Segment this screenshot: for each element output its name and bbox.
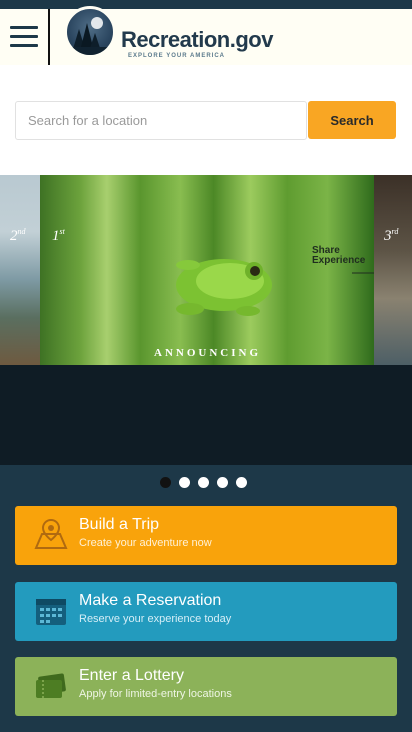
carousel-backdrop [0,365,412,465]
map-pin-icon [34,518,68,549]
search-input[interactable] [15,101,307,140]
share-experience-text: Share Experience [312,245,366,266]
build-a-trip-subtitle: Create your adventure now [79,537,212,549]
carousel-dot-4[interactable] [217,477,228,488]
enter-a-lottery-button[interactable]: Enter a Lottery Apply for limited-entry … [15,657,397,716]
search-section: Search [0,65,412,175]
site-title[interactable]: Recreation.gov [121,27,273,53]
make-a-reservation-subtitle: Reserve your experience today [79,613,232,625]
carousel-dot-1[interactable] [160,477,171,488]
carousel-slide-current[interactable]: 1st Share Experience ANNOUNCING [40,175,407,365]
slide-rank-second: 2nd [10,227,26,244]
carousel-pagination [0,477,412,491]
carousel-dot-2[interactable] [179,477,190,488]
carousel-caption: ANNOUNCING [154,347,261,359]
build-a-trip-button[interactable]: Build a Trip Create your adventure now [15,506,397,565]
make-a-reservation-title: Make a Reservation [79,592,222,609]
recreation-logo-badge[interactable] [64,6,116,58]
build-a-trip-title: Build a Trip [79,516,160,533]
hamburger-menu-icon[interactable] [10,26,38,48]
enter-a-lottery-subtitle: Apply for limited-entry locations [79,688,232,700]
enter-a-lottery-title: Enter a Lottery [79,667,184,684]
search-button[interactable]: Search [308,101,396,139]
slide-rank-third: 3rd [384,227,399,244]
calendar-icon [36,599,66,625]
header-divider [48,9,50,65]
top-status-strip [0,0,412,9]
carousel-slide-next[interactable]: 3rd [374,175,412,365]
make-a-reservation-button[interactable]: Make a Reservation Reserve your experien… [15,582,397,641]
carousel-dot-3[interactable] [198,477,209,488]
site-header: Recreation.gov EXPLORE YOUR AMERICA [0,6,412,65]
hero-carousel[interactable]: 2nd 1st Share Experience ANNOUNCING 3rd [0,175,412,365]
site-tagline: EXPLORE YOUR AMERICA [128,53,226,59]
ticket-icon [36,673,66,698]
tree-frog-image [176,259,272,316]
carousel-slide-previous[interactable]: 2nd [0,175,40,365]
carousel-dot-5[interactable] [236,477,247,488]
slide-rank-first: 1st [52,227,65,244]
